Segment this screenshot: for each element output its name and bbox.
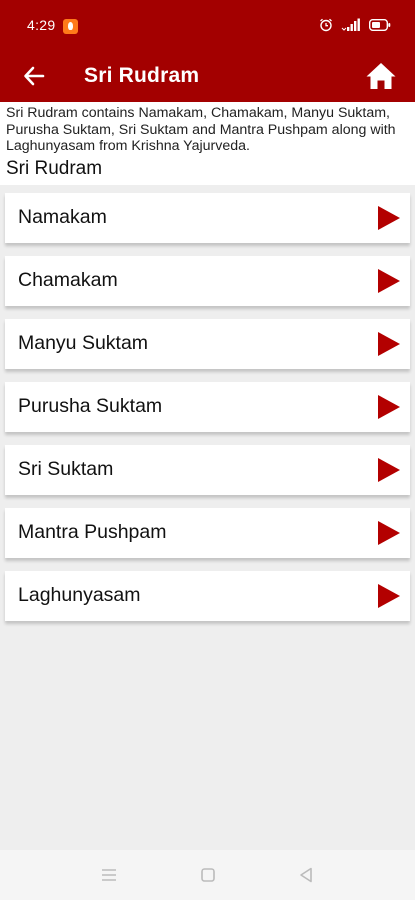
list-item-laghunyasam[interactable]: Laghunyasam (5, 570, 410, 621)
home-square-icon (201, 868, 215, 882)
list-item-label: Manyu Suktam (18, 332, 149, 354)
home-nav-button[interactable] (183, 850, 233, 900)
list-item-label: Namakam (18, 206, 107, 228)
intro-section: Sri Rudram contains Namakam, Chamakam, M… (0, 102, 415, 185)
play-icon[interactable] (376, 456, 402, 484)
list-item-label: Sri Suktam (18, 458, 114, 480)
list-item-sri-suktam[interactable]: Sri Suktam (5, 444, 410, 495)
intro-description: Sri Rudram contains Namakam, Chamakam, M… (6, 105, 396, 154)
play-icon[interactable] (376, 204, 402, 232)
status-icons (319, 18, 391, 32)
status-bar: 4:29 (0, 0, 415, 50)
list-item-mantra-pushpam[interactable]: Mantra Pushpam (5, 507, 410, 558)
list-item-purusha-suktam[interactable]: Purusha Suktam (5, 381, 410, 432)
play-icon[interactable] (376, 519, 402, 547)
signal-icon (341, 18, 360, 31)
list-item-label: Laghunyasam (18, 584, 141, 606)
list-item-label: Purusha Suktam (18, 395, 163, 417)
play-icon[interactable] (376, 393, 402, 421)
back-button[interactable] (12, 54, 56, 98)
home-icon (366, 63, 396, 89)
back-triangle-icon (300, 867, 312, 883)
menu-icon (102, 869, 116, 881)
play-icon[interactable] (376, 582, 402, 610)
arrow-left-icon (24, 66, 45, 86)
chapter-list: Namakam Chamakam Manyu Suktam Purusha Su… (0, 185, 415, 621)
battery-icon (369, 19, 391, 31)
list-item-chamakam[interactable]: Chamakam (5, 255, 410, 306)
flame-notification-icon (63, 18, 79, 34)
status-time: 4:29 (27, 17, 56, 33)
section-heading: Sri Rudram (6, 157, 103, 179)
list-item-label: Chamakam (18, 269, 118, 291)
home-button[interactable] (361, 56, 401, 96)
content-area: Sri Rudram contains Namakam, Chamakam, M… (0, 102, 415, 850)
back-nav-button[interactable] (281, 850, 331, 900)
alarm-icon (320, 18, 332, 32)
play-icon[interactable] (376, 330, 402, 358)
recents-button[interactable] (84, 850, 134, 900)
play-icon[interactable] (376, 267, 402, 295)
app-bar: Sri Rudram (0, 50, 415, 102)
list-item-namakam[interactable]: Namakam (5, 192, 410, 243)
system-nav-bar (0, 850, 415, 900)
list-item-label: Mantra Pushpam (18, 521, 167, 543)
list-item-manyu-suktam[interactable]: Manyu Suktam (5, 318, 410, 369)
page-title: Sri Rudram (84, 64, 200, 87)
